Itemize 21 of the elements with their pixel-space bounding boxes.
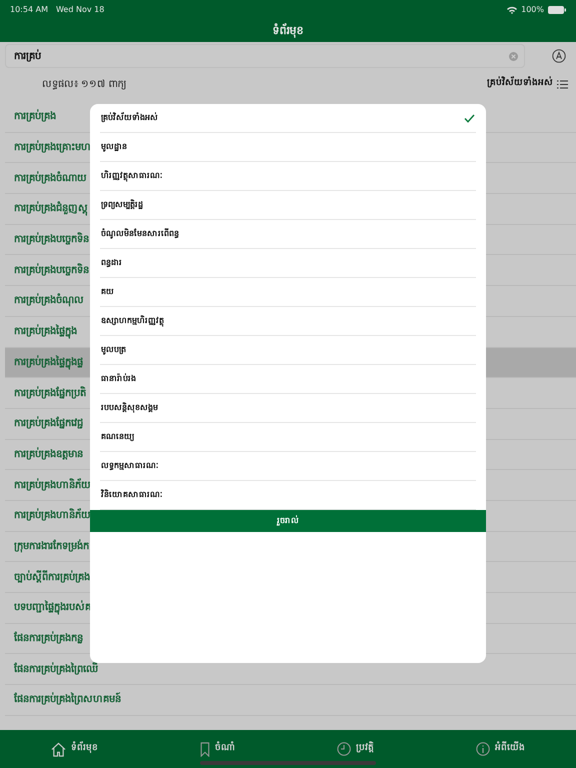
font-size-icon[interactable] bbox=[552, 49, 566, 63]
tab-item[interactable]: ចំណាំ bbox=[194, 740, 241, 758]
status-date: Wed Nov 18 bbox=[56, 4, 104, 16]
status-time: 10:54 AM bbox=[10, 4, 48, 16]
done-button[interactable]: រួចរាល់ bbox=[90, 510, 486, 532]
home-icon bbox=[51, 742, 66, 756]
wifi-icon bbox=[507, 6, 518, 14]
info-icon bbox=[476, 742, 490, 756]
bookmark-icon bbox=[200, 742, 210, 756]
filter-button[interactable]: គ្រប់វិស័យទាំងអស់ bbox=[487, 77, 553, 91]
word-item[interactable]: ផែនការគ្រប់គ្រងព្រៃសហគមន៍ bbox=[5, 685, 576, 716]
battery-icon bbox=[548, 6, 566, 14]
tab-item[interactable]: ទំព័រមុខ bbox=[45, 740, 104, 758]
tab-item[interactable]: ប្រវត្តិ bbox=[331, 741, 380, 757]
header-title: ទំព័រមុខ bbox=[272, 22, 304, 40]
tab-item[interactable]: អំពីយើង bbox=[470, 741, 531, 757]
search-field[interactable]: ការគ្រប់ bbox=[5, 44, 525, 68]
result-count: លទ្ធផល៖ ១១៧ ពាក្យ bbox=[42, 78, 126, 92]
battery-level: 100% bbox=[521, 4, 544, 16]
list-icon[interactable] bbox=[557, 80, 568, 88]
clock-icon bbox=[337, 742, 351, 756]
